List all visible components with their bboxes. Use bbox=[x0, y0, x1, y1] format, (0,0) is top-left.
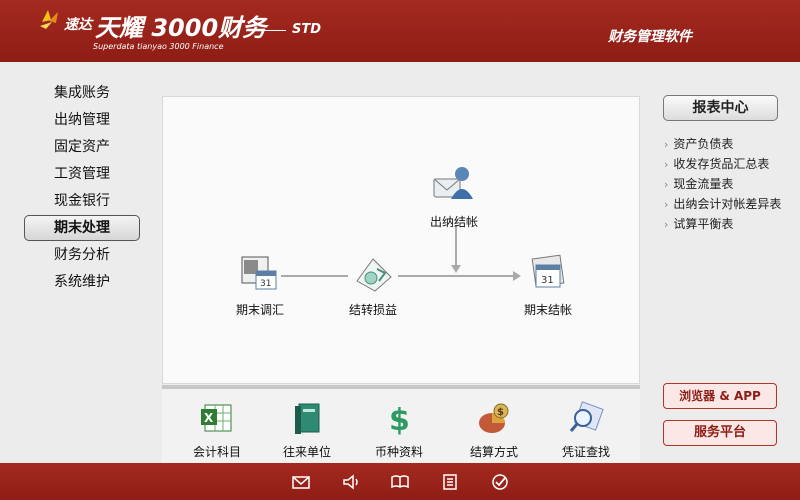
sidebar-item-system-maintenance[interactable]: 系统维护 bbox=[24, 269, 140, 295]
report-item-label: 试算平衡表 bbox=[673, 217, 734, 231]
speaker-icon[interactable] bbox=[341, 472, 361, 492]
bottom-toolbar: X 会计科目 往来单位 $ 币种资料 $ 结算方式 凭证查找 bbox=[162, 385, 640, 463]
magnifier-icon bbox=[569, 401, 604, 432]
period-end-flow-panel: 出纳结帐 31 期末调汇 结转损益 31 期末结帐 bbox=[162, 96, 640, 384]
document-list-icon[interactable] bbox=[440, 472, 460, 492]
period-adjust-node[interactable]: 31 期末调汇 bbox=[215, 251, 305, 318]
svg-text:31: 31 bbox=[541, 275, 554, 286]
brand-title: 天耀 3000财务 bbox=[95, 14, 267, 42]
excel-sheet-icon: X bbox=[201, 404, 232, 432]
svg-text:X: X bbox=[204, 411, 214, 425]
money-bag-icon: $ bbox=[479, 403, 509, 433]
voucher-search-label: 凭证查找 bbox=[561, 445, 610, 459]
arrow-head-down bbox=[451, 265, 461, 273]
chevron-right-icon: › bbox=[664, 198, 669, 211]
header-bar: 速达 天耀 3000财务 Superdata tianyao 3000 Fina… bbox=[0, 0, 800, 62]
svg-text:$: $ bbox=[497, 407, 504, 418]
account-subjects-label: 会计科目 bbox=[192, 445, 241, 459]
sidebar-item-period-end[interactable]: 期末处理 bbox=[24, 215, 140, 241]
sidebar-item-cashier[interactable]: 出纳管理 bbox=[24, 107, 140, 133]
cashier-close-node[interactable]: 出纳结帐 bbox=[409, 161, 499, 230]
sidebar-item-fixed-assets[interactable]: 固定资产 bbox=[24, 134, 140, 160]
report-item-label: 出纳会计对帐差异表 bbox=[673, 197, 782, 211]
currency-data-label: 币种资料 bbox=[374, 445, 423, 459]
edition-label: STD bbox=[292, 22, 322, 37]
sidebar: 集成账务 出纳管理 固定资产 工资管理 现金银行 期末处理 财务分析 系统维护 bbox=[24, 80, 144, 296]
voucher-search-button[interactable]: 凭证查找 bbox=[546, 401, 626, 460]
chevron-right-icon: › bbox=[664, 178, 669, 191]
browser-app-button[interactable]: 浏览器 & APP bbox=[663, 383, 777, 409]
period-close-node[interactable]: 31 期末结帐 bbox=[503, 251, 593, 318]
report-item-reconciliation-diff[interactable]: › 出纳会计对帐差异表 bbox=[664, 194, 800, 214]
service-platform-button[interactable]: 服务平台 bbox=[663, 420, 777, 446]
chevron-right-icon: › bbox=[664, 218, 669, 231]
app-label: 财务管理软件 bbox=[608, 29, 692, 45]
chevron-right-icon: › bbox=[664, 158, 669, 171]
chevron-right-icon: › bbox=[664, 138, 669, 151]
settlement-methods-label: 结算方式 bbox=[469, 445, 518, 459]
check-circle-icon[interactable] bbox=[490, 472, 510, 492]
report-item-inventory-summary[interactable]: › 收发存货品汇总表 bbox=[664, 154, 800, 174]
account-subjects-button[interactable]: X 会计科目 bbox=[177, 401, 257, 460]
partner-units-button[interactable]: 往来单位 bbox=[267, 401, 347, 460]
currency-data-button[interactable]: $ 币种资料 bbox=[359, 401, 439, 460]
cashier-user-icon bbox=[433, 167, 473, 199]
dollar-sign-icon: $ bbox=[389, 403, 410, 438]
carry-profit-node[interactable]: 结转损益 bbox=[328, 251, 418, 318]
report-item-cash-flow[interactable]: › 现金流量表 bbox=[664, 174, 800, 194]
calendar-close-icon: 31 bbox=[531, 254, 565, 288]
settlement-methods-button[interactable]: $ 结算方式 bbox=[454, 401, 534, 460]
flow-connectors bbox=[281, 225, 521, 281]
mail-icon[interactable] bbox=[291, 472, 311, 492]
sidebar-item-payroll[interactable]: 工资管理 bbox=[24, 161, 140, 187]
sidebar-item-integrated-accounts[interactable]: 集成账务 bbox=[24, 80, 140, 106]
report-item-label: 收发存货品汇总表 bbox=[673, 157, 770, 171]
period-adjust-label: 期末调汇 bbox=[235, 303, 284, 317]
green-book-icon bbox=[295, 403, 320, 434]
open-book-icon[interactable] bbox=[390, 472, 410, 492]
report-item-label: 现金流量表 bbox=[673, 177, 734, 191]
report-item-balance-sheet[interactable]: › 资产负债表 bbox=[664, 134, 800, 154]
partner-units-label: 往来单位 bbox=[282, 445, 331, 459]
carry-profit-icon bbox=[356, 258, 392, 292]
report-item-label: 资产负债表 bbox=[673, 137, 734, 151]
svg-text:31: 31 bbox=[260, 279, 271, 289]
superdata-logo-icon bbox=[40, 10, 58, 29]
brand-divider bbox=[252, 30, 286, 31]
carry-profit-label: 结转损益 bbox=[348, 303, 397, 317]
brand-small: 速达 bbox=[64, 17, 92, 33]
calendar-adjust-icon: 31 bbox=[241, 256, 277, 290]
cashier-close-label: 出纳结帐 bbox=[429, 215, 478, 229]
sidebar-item-cash-bank[interactable]: 现金银行 bbox=[24, 188, 140, 214]
reports-center-button[interactable]: 报表中心 bbox=[663, 95, 778, 121]
sidebar-item-financial-analysis[interactable]: 财务分析 bbox=[24, 242, 140, 268]
report-list: › 资产负债表 › 收发存货品汇总表 › 现金流量表 › 出纳会计对帐差异表 › 试算平衡… bbox=[664, 134, 800, 234]
report-item-trial-balance[interactable]: › 试算平衡表 bbox=[664, 214, 800, 234]
period-close-label: 期末结帐 bbox=[523, 303, 572, 317]
footer-bar bbox=[0, 463, 800, 500]
brand-subtitle: Superdata tianyao 3000 Finance bbox=[93, 42, 224, 51]
svg-text:$: $ bbox=[389, 403, 410, 435]
